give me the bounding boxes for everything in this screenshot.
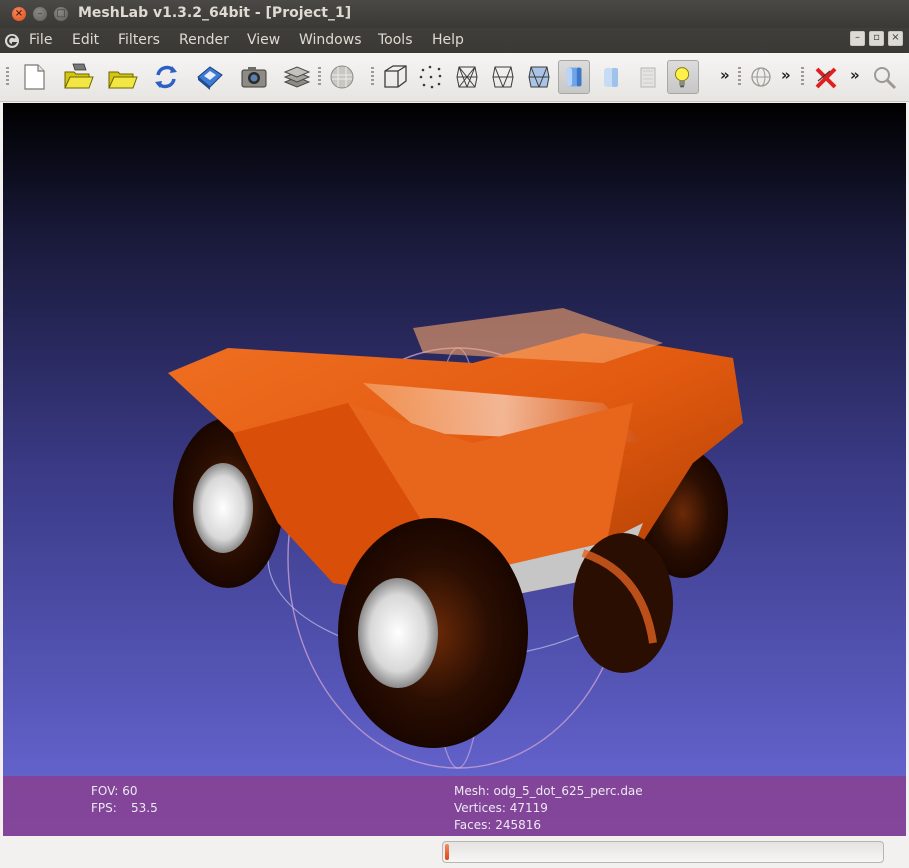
menu-edit[interactable]: Edit [72,32,99,48]
open-project-icon[interactable] [106,61,138,93]
viewport-info-overlay: FOV: 60 FPS: 53.5 Mesh: odg_5_dot_625_pe… [3,776,906,836]
mdi-minimize-button[interactable]: – [850,31,865,46]
progress-fill [445,844,449,860]
flat-shading-icon[interactable] [595,61,627,93]
open-mesh-icon[interactable] [62,61,94,93]
fov-readout: FOV: 60 [91,784,138,798]
box-icon[interactable] [379,61,411,93]
wireframe-icon[interactable] [451,61,483,93]
bounding-box-icon[interactable] [326,61,358,93]
smooth-shading-button[interactable] [558,60,590,94]
minimize-window-button[interactable]: – [33,7,47,21]
menu-tools[interactable]: Tools [378,32,413,48]
mesh-name: Mesh: odg_5_dot_625_perc.dae [454,784,643,798]
toolbar-grip[interactable] [6,67,9,87]
snapshot-icon[interactable] [238,61,270,93]
toolbar-grip[interactable] [371,67,374,87]
toolbar-overflow-chevron[interactable]: » [720,66,730,84]
layers-icon[interactable] [281,61,313,93]
face-count: Faces: 245816 [454,818,542,832]
toolbar-grip[interactable] [801,67,804,87]
toolbar-overflow-chevron[interactable]: » [781,66,791,84]
new-document-icon[interactable] [18,61,50,93]
menu-view[interactable]: View [247,32,280,48]
light-bulb-icon [675,67,690,88]
menu-help[interactable]: Help [432,32,464,48]
menu-file[interactable]: File [29,32,52,48]
menu-bar: File Edit Filters Render View Windows To… [0,28,909,53]
mdi-restore-button[interactable]: ▫ [869,31,884,46]
main-toolbar: » » » [0,53,909,102]
smooth-shading-icon [566,67,582,87]
menu-filters[interactable]: Filters [118,32,160,48]
toolbar-overflow-chevron[interactable]: » [850,66,860,84]
vertex-count: Vertices: 47119 [454,801,548,815]
texture-icon[interactable] [632,61,664,93]
point-cloud-icon[interactable] [415,61,447,93]
status-bar [0,837,909,868]
toolbar-grip[interactable] [318,67,321,87]
fps-value: 53.5 [131,801,158,815]
delete-selection-icon[interactable] [810,61,842,93]
meshlab-app-icon[interactable] [4,33,20,49]
3d-viewport[interactable] [3,103,906,836]
mdi-close-button[interactable]: × [888,31,903,46]
hidden-lines-icon[interactable] [487,61,519,93]
zoom-icon[interactable] [868,61,900,93]
robot-model-render [168,308,743,769]
save-icon[interactable] [194,61,226,93]
reload-icon[interactable] [150,61,182,93]
menu-render[interactable]: Render [179,32,229,48]
menu-windows[interactable]: Windows [299,32,362,48]
maximize-window-button[interactable]: □ [54,7,68,21]
toolbar-grip[interactable] [738,67,741,87]
trackball-icon[interactable] [745,61,777,93]
progress-bar [442,841,884,863]
flat-lines-icon[interactable] [523,61,555,93]
fps-label: FPS: [91,801,117,815]
lighting-button[interactable] [667,60,699,94]
window-title: MeshLab v1.3.2_64bit - [Project_1] [78,5,352,21]
close-window-button[interactable]: × [12,7,26,21]
title-bar: × – □ MeshLab v1.3.2_64bit - [Project_1] [0,0,909,28]
